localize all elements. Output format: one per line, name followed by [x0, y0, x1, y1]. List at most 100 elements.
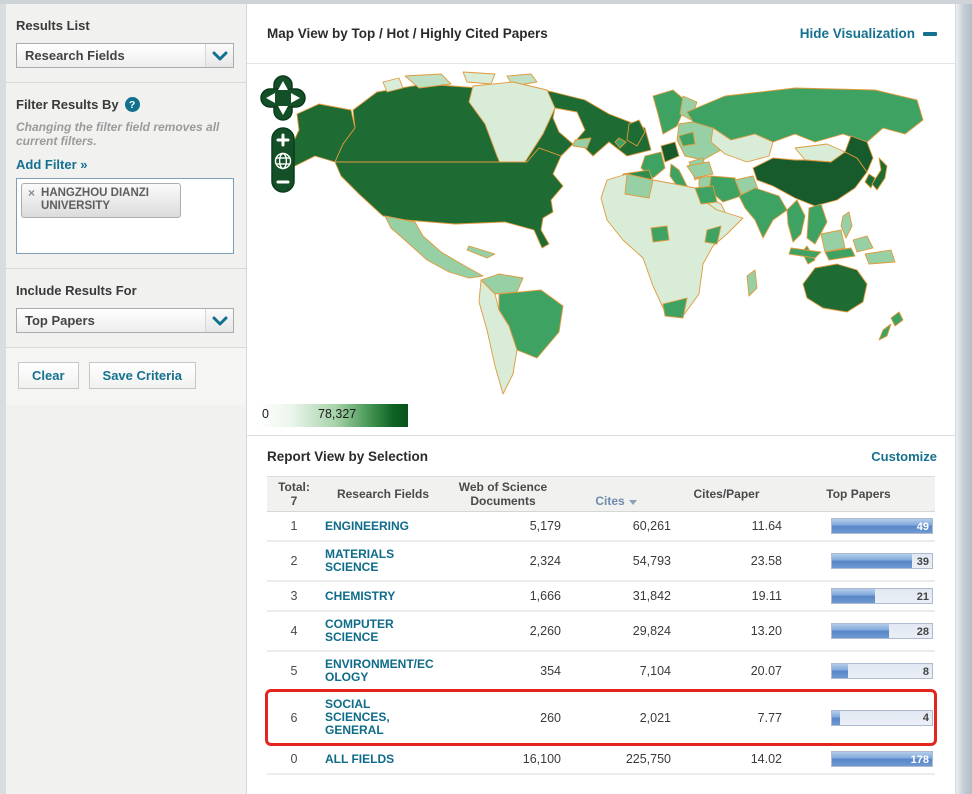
table-row: 0 ALL FIELDS 16,100 225,750 14.02 178	[267, 745, 935, 775]
top-papers-bar: 178	[831, 751, 933, 767]
table-row: 3 CHEMISTRY 1,666 31,842 19.11 21	[267, 582, 935, 612]
cites-cell: 60,261	[561, 513, 671, 539]
hide-visualization-label: Hide Visualization	[800, 26, 915, 41]
country-myanmar	[787, 200, 805, 242]
map-color-legend: 0 78,327	[258, 404, 408, 427]
cites-cell: 29,824	[561, 618, 671, 644]
docs-cell: 5,179	[445, 513, 561, 539]
hide-visualization-link[interactable]: Hide Visualization	[800, 26, 937, 41]
top-papers-cell: 21	[831, 582, 935, 610]
country-new-zealand-north	[891, 312, 903, 326]
rank-cell: 0	[267, 746, 321, 772]
docs-cell: 2,324	[445, 548, 561, 574]
cites-cell: 225,750	[561, 746, 671, 772]
rank-cell: 6	[267, 705, 321, 731]
field-link[interactable]: SOCIAL SCIENCES, GENERAL	[321, 692, 445, 743]
column-header-top-papers[interactable]: Top Papers	[782, 487, 935, 501]
cites-per-paper-cell: 19.11	[671, 583, 782, 609]
country-india	[739, 188, 787, 238]
legend-max-value: 78,327	[318, 407, 356, 421]
cites-per-paper-cell: 14.02	[671, 746, 782, 772]
map-zoom-pan-controls[interactable]	[259, 74, 307, 200]
top-papers-value: 4	[923, 712, 929, 724]
docs-cell: 1,666	[445, 583, 561, 609]
remove-filter-icon[interactable]: ×	[28, 187, 35, 200]
country-new-zealand-south	[879, 324, 891, 340]
clear-button[interactable]: Clear	[18, 362, 79, 389]
top-papers-value: 49	[917, 521, 929, 533]
top-papers-bar: 8	[831, 663, 933, 679]
top-papers-cell: 178	[831, 745, 935, 773]
field-link[interactable]: ENGINEERING	[321, 514, 445, 539]
docs-cell: 2,260	[445, 618, 561, 644]
cites-per-paper-cell: 7.77	[671, 705, 782, 731]
cites-cell: 54,793	[561, 548, 671, 574]
country-indonesia	[789, 248, 821, 258]
island-borneo	[821, 230, 845, 252]
chevron-down-icon	[205, 309, 233, 332]
collapse-icon	[923, 32, 937, 36]
field-link[interactable]: ENVIRONMENT/ECOLOGY	[321, 652, 445, 690]
top-papers-bar: 39	[831, 553, 933, 569]
top-papers-value: 8	[923, 666, 929, 678]
country-japan	[872, 158, 887, 190]
include-results-title: Include Results For	[16, 283, 234, 298]
table-row: 5 ENVIRONMENT/ECOLOGY 354 7,104 20.07 8	[267, 652, 935, 692]
table-header-row: Total: 7 Research Fields Web of Science …	[267, 476, 935, 512]
top-papers-cell: 4	[831, 704, 935, 732]
column-header-cites-per-paper[interactable]: Cites/Paper	[671, 487, 782, 501]
results-list-section: Results List Research Fields	[6, 4, 246, 83]
column-header-research-fields[interactable]: Research Fields	[321, 487, 445, 501]
field-link[interactable]: MATERIALS SCIENCE	[321, 542, 445, 580]
rank-cell: 1	[267, 513, 321, 539]
top-papers-cell: 28	[831, 617, 935, 645]
cites-cell: 2,021	[561, 705, 671, 731]
column-header-cites[interactable]: Cites	[561, 480, 671, 508]
filter-tag: × HANGZHOU DIANZI UNIVERSITY	[21, 183, 181, 218]
top-papers-cell: 49	[831, 512, 935, 540]
world-choropleth-map[interactable]	[255, 68, 955, 403]
field-link[interactable]: CHEMISTRY	[321, 584, 445, 609]
map-header: Map View by Top / Hot / Highly Cited Pap…	[247, 4, 955, 64]
map-visualization[interactable]: 0 78,327	[247, 64, 955, 436]
rank-cell: 5	[267, 658, 321, 684]
save-criteria-button[interactable]: Save Criteria	[89, 362, 197, 389]
docs-cell: 16,100	[445, 746, 561, 772]
top-papers-cell: 8	[831, 657, 935, 685]
top-papers-bar: 49	[831, 518, 933, 534]
results-list-dropdown-value: Research Fields	[17, 48, 205, 63]
field-link[interactable]: ALL FIELDS	[321, 747, 445, 772]
column-header-documents[interactable]: Web of Science Documents	[445, 480, 561, 508]
map-title: Map View by Top / Hot / Highly Cited Pap…	[267, 26, 548, 41]
help-icon[interactable]: ?	[125, 97, 140, 112]
country-papua	[865, 250, 895, 264]
report-title: Report View by Selection	[267, 449, 428, 464]
include-results-dropdown-value: Top Papers	[17, 313, 205, 328]
docs-cell: 260	[445, 705, 561, 731]
customize-link[interactable]: Customize	[871, 449, 937, 464]
filter-list-box[interactable]: × HANGZHOU DIANZI UNIVERSITY	[16, 178, 234, 254]
top-papers-value: 28	[917, 626, 929, 638]
include-results-dropdown[interactable]: Top Papers	[16, 308, 234, 333]
rank-cell: 3	[267, 583, 321, 609]
filter-section: Filter Results By ? Changing the filter …	[6, 83, 246, 269]
country-philippines	[841, 212, 852, 238]
sort-desc-icon	[629, 500, 637, 505]
results-list-title: Results List	[16, 18, 234, 33]
include-results-section: Include Results For Top Papers	[6, 269, 246, 348]
cites-cell: 7,104	[561, 658, 671, 684]
island-sulawesi	[853, 236, 873, 252]
results-list-dropdown[interactable]: Research Fields	[16, 43, 234, 68]
report-table: Total: 7 Research Fields Web of Science …	[267, 476, 935, 775]
add-filter-link[interactable]: Add Filter »	[16, 157, 88, 172]
country-germany	[661, 142, 679, 162]
legend-min-value: 0	[262, 407, 269, 421]
field-link[interactable]: COMPUTER SCIENCE	[321, 612, 445, 650]
page: Results List Research Fields Filter Resu…	[0, 4, 972, 794]
country-usa	[335, 148, 563, 248]
arctic-island	[463, 72, 495, 84]
filter-note: Changing the filter field removes all cu…	[16, 120, 234, 148]
page-scrollbar[interactable]	[955, 4, 972, 794]
rank-cell: 2	[267, 548, 321, 574]
cites-header-label: Cites	[595, 494, 624, 508]
